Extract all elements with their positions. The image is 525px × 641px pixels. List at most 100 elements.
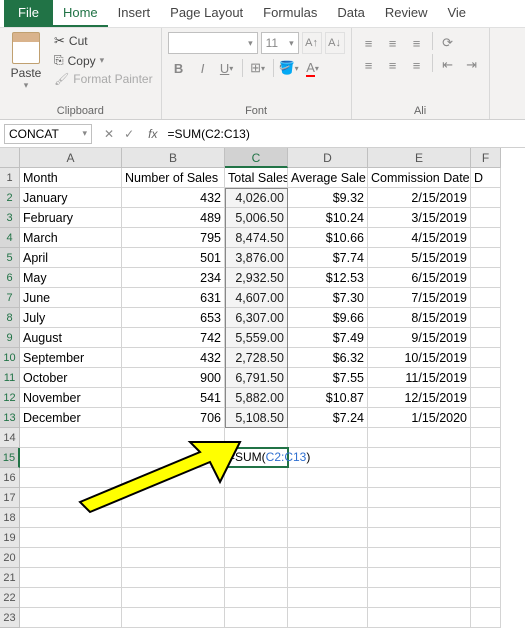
cell-A3[interactable]: February bbox=[20, 208, 122, 228]
cell-F2[interactable] bbox=[471, 188, 501, 208]
cell-B1[interactable]: Number of Sales bbox=[122, 168, 225, 188]
cell-E4[interactable]: 4/15/2019 bbox=[368, 228, 471, 248]
cell-F18[interactable] bbox=[471, 508, 501, 528]
align-left-button[interactable]: ≡ bbox=[358, 54, 380, 76]
row-header-14[interactable]: 14 bbox=[0, 428, 20, 448]
decrease-font-button[interactable]: A↓ bbox=[325, 32, 345, 54]
cells-area[interactable]: =SUM(C2:C13) MonthNumber of SalesTotal S… bbox=[20, 168, 501, 628]
cell-D19[interactable] bbox=[288, 528, 368, 548]
tab-page-layout[interactable]: Page Layout bbox=[160, 0, 253, 27]
cell-A5[interactable]: April bbox=[20, 248, 122, 268]
name-box[interactable]: CONCAT ▾ bbox=[4, 124, 92, 144]
cell-F21[interactable] bbox=[471, 568, 501, 588]
tab-formulas[interactable]: Formulas bbox=[253, 0, 327, 27]
cell-E12[interactable]: 12/15/2019 bbox=[368, 388, 471, 408]
cell-A16[interactable] bbox=[20, 468, 122, 488]
cell-E6[interactable]: 6/15/2019 bbox=[368, 268, 471, 288]
cell-D10[interactable]: $6.32 bbox=[288, 348, 368, 368]
row-header-3[interactable]: 3 bbox=[0, 208, 20, 228]
indent-left-button[interactable]: ⇤ bbox=[437, 54, 459, 76]
cell-E2[interactable]: 2/15/2019 bbox=[368, 188, 471, 208]
cell-D6[interactable]: $12.53 bbox=[288, 268, 368, 288]
cut-button[interactable]: ✂ Cut bbox=[52, 32, 155, 50]
cell-D22[interactable] bbox=[288, 588, 368, 608]
cell-E17[interactable] bbox=[368, 488, 471, 508]
cell-C22[interactable] bbox=[225, 588, 288, 608]
cell-B2[interactable]: 432 bbox=[122, 188, 225, 208]
cell-F11[interactable] bbox=[471, 368, 501, 388]
cell-A22[interactable] bbox=[20, 588, 122, 608]
cell-A7[interactable]: June bbox=[20, 288, 122, 308]
cell-B21[interactable] bbox=[122, 568, 225, 588]
cell-A4[interactable]: March bbox=[20, 228, 122, 248]
cell-A10[interactable]: September bbox=[20, 348, 122, 368]
cell-F23[interactable] bbox=[471, 608, 501, 628]
cell-B19[interactable] bbox=[122, 528, 225, 548]
cell-D18[interactable] bbox=[288, 508, 368, 528]
cell-A8[interactable]: July bbox=[20, 308, 122, 328]
cell-A14[interactable] bbox=[20, 428, 122, 448]
cell-F15[interactable] bbox=[471, 448, 501, 468]
row-header-19[interactable]: 19 bbox=[0, 528, 20, 548]
cell-E20[interactable] bbox=[368, 548, 471, 568]
font-name-dropdown[interactable]: ▾ bbox=[168, 32, 258, 54]
font-size-dropdown[interactable]: 11▾ bbox=[261, 32, 299, 54]
row-header-5[interactable]: 5 bbox=[0, 248, 20, 268]
underline-button[interactable]: U▾ bbox=[216, 57, 238, 79]
cell-F22[interactable] bbox=[471, 588, 501, 608]
cell-D4[interactable]: $10.66 bbox=[288, 228, 368, 248]
cell-C15[interactable] bbox=[225, 448, 288, 468]
cell-E16[interactable] bbox=[368, 468, 471, 488]
cell-A17[interactable] bbox=[20, 488, 122, 508]
indent-right-button[interactable]: ⇥ bbox=[461, 54, 483, 76]
border-button[interactable]: ⊞▾ bbox=[247, 57, 269, 79]
cell-A15[interactable] bbox=[20, 448, 122, 468]
cell-E7[interactable]: 7/15/2019 bbox=[368, 288, 471, 308]
tab-file[interactable]: File bbox=[4, 0, 53, 27]
cell-E10[interactable]: 10/15/2019 bbox=[368, 348, 471, 368]
cell-C9[interactable]: 5,559.00 bbox=[225, 328, 288, 348]
cell-D2[interactable]: $9.32 bbox=[288, 188, 368, 208]
row-header-20[interactable]: 20 bbox=[0, 548, 20, 568]
cell-B14[interactable] bbox=[122, 428, 225, 448]
cell-B17[interactable] bbox=[122, 488, 225, 508]
cell-E3[interactable]: 3/15/2019 bbox=[368, 208, 471, 228]
cell-B20[interactable] bbox=[122, 548, 225, 568]
cell-F5[interactable] bbox=[471, 248, 501, 268]
row-header-23[interactable]: 23 bbox=[0, 608, 20, 628]
cell-D11[interactable]: $7.55 bbox=[288, 368, 368, 388]
cell-A23[interactable] bbox=[20, 608, 122, 628]
row-header-15[interactable]: 15 bbox=[0, 448, 20, 468]
row-header-6[interactable]: 6 bbox=[0, 268, 20, 288]
cell-C10[interactable]: 2,728.50 bbox=[225, 348, 288, 368]
cell-E19[interactable] bbox=[368, 528, 471, 548]
cell-B10[interactable]: 432 bbox=[122, 348, 225, 368]
cell-E5[interactable]: 5/15/2019 bbox=[368, 248, 471, 268]
row-header-7[interactable]: 7 bbox=[0, 288, 20, 308]
cell-D15[interactable] bbox=[288, 448, 368, 468]
cell-A1[interactable]: Month bbox=[20, 168, 122, 188]
cell-D13[interactable]: $7.24 bbox=[288, 408, 368, 428]
tab-review[interactable]: Review bbox=[375, 0, 438, 27]
cell-A9[interactable]: August bbox=[20, 328, 122, 348]
col-header-C[interactable]: C bbox=[225, 148, 288, 168]
cell-B18[interactable] bbox=[122, 508, 225, 528]
row-header-1[interactable]: 1 bbox=[0, 168, 20, 188]
cell-B8[interactable]: 653 bbox=[122, 308, 225, 328]
accept-formula-button[interactable]: ✓ bbox=[124, 127, 134, 141]
format-painter-button[interactable]: 🖌 Format Painter bbox=[52, 71, 155, 87]
fx-icon[interactable]: fx bbox=[142, 127, 163, 141]
cancel-formula-button[interactable]: ✕ bbox=[104, 127, 114, 141]
cell-B5[interactable]: 501 bbox=[122, 248, 225, 268]
align-top-button[interactable]: ≡ bbox=[358, 32, 380, 54]
cell-C2[interactable]: 4,026.00 bbox=[225, 188, 288, 208]
cell-F13[interactable] bbox=[471, 408, 501, 428]
cell-A19[interactable] bbox=[20, 528, 122, 548]
row-header-11[interactable]: 11 bbox=[0, 368, 20, 388]
font-color-button[interactable]: A▾ bbox=[302, 57, 324, 79]
cell-B13[interactable]: 706 bbox=[122, 408, 225, 428]
cell-B4[interactable]: 795 bbox=[122, 228, 225, 248]
cell-B22[interactable] bbox=[122, 588, 225, 608]
align-bottom-button[interactable]: ≡ bbox=[406, 32, 428, 54]
row-header-16[interactable]: 16 bbox=[0, 468, 20, 488]
